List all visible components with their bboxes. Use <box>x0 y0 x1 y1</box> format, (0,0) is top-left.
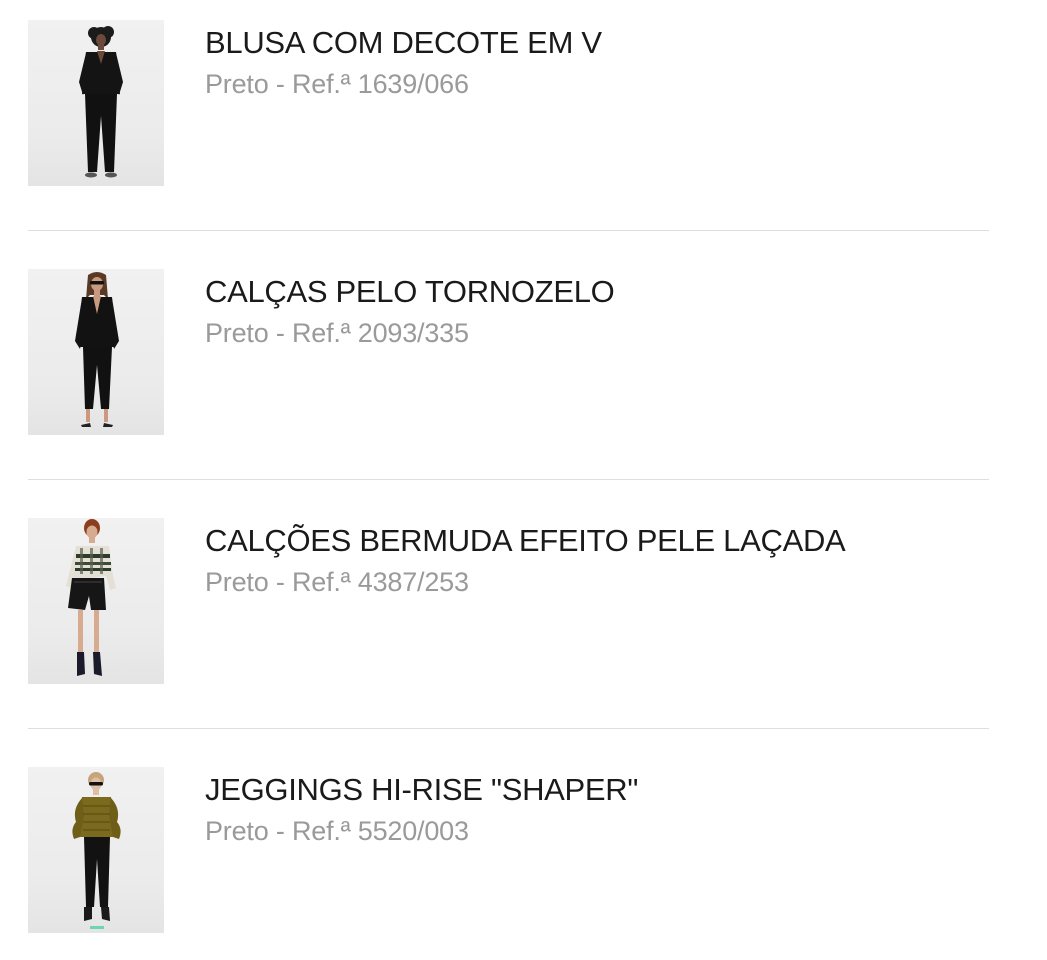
product-ref: 4387/253 <box>357 567 469 597</box>
product-ref: 5520/003 <box>357 816 469 846</box>
product-title[interactable]: BLUSA COM DECOTE EM V <box>205 24 602 62</box>
product-image[interactable] <box>28 20 164 186</box>
meta-separator: - <box>275 567 285 597</box>
product-color: Preto <box>205 567 269 597</box>
product-meta: Preto - Ref.ª 4387/253 <box>205 565 469 599</box>
item-divider <box>28 479 989 480</box>
meta-separator: - <box>275 816 285 846</box>
product-title[interactable]: CALÇAS PELO TORNOZELO <box>205 273 615 311</box>
ref-label: Ref.ª <box>291 816 351 846</box>
product-image[interactable] <box>28 518 164 684</box>
product-item[interactable]: JEGGINGS HI-RISE "SHAPER" Preto - Ref.ª … <box>28 767 989 933</box>
item-divider <box>28 728 989 729</box>
product-item[interactable]: CALÇAS PELO TORNOZELO Preto - Ref.ª 2093… <box>28 269 989 435</box>
ref-label: Ref.ª <box>291 567 351 597</box>
product-meta: Preto - Ref.ª 1639/066 <box>205 67 469 101</box>
product-color: Preto <box>205 69 269 99</box>
product-title[interactable]: JEGGINGS HI-RISE "SHAPER" <box>205 771 638 809</box>
product-item[interactable]: CALÇÕES BERMUDA EFEITO PELE LAÇADA Preto… <box>28 518 989 684</box>
item-divider <box>28 230 989 231</box>
meta-separator: - <box>275 318 285 348</box>
product-image[interactable] <box>28 767 164 933</box>
ref-label: Ref.ª <box>291 318 351 348</box>
product-image[interactable] <box>28 269 164 435</box>
product-item[interactable]: BLUSA COM DECOTE EM V Preto - Ref.ª 1639… <box>28 20 989 186</box>
product-ref: 2093/335 <box>357 318 469 348</box>
product-ref: 1639/066 <box>357 69 469 99</box>
ref-label: Ref.ª <box>291 69 351 99</box>
product-meta: Preto - Ref.ª 2093/335 <box>205 316 469 350</box>
meta-separator: - <box>275 69 285 99</box>
product-title[interactable]: CALÇÕES BERMUDA EFEITO PELE LAÇADA <box>205 522 846 560</box>
product-color: Preto <box>205 816 269 846</box>
product-meta: Preto - Ref.ª 5520/003 <box>205 814 469 848</box>
product-color: Preto <box>205 318 269 348</box>
